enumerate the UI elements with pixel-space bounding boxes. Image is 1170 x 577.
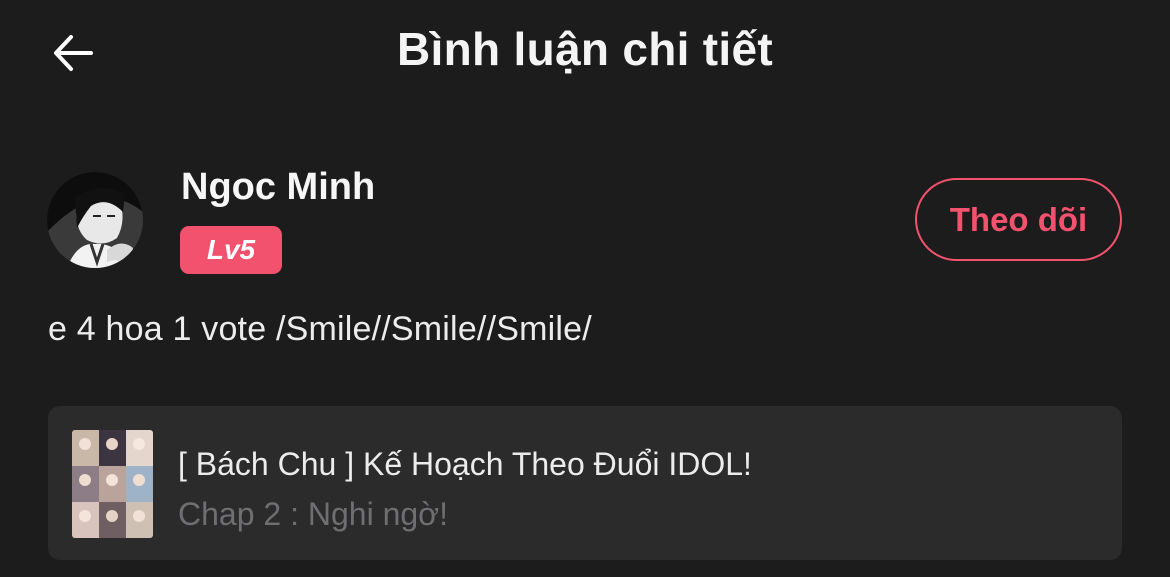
avatar[interactable] — [47, 172, 143, 268]
story-cover — [72, 430, 153, 538]
comment-author: Ngoc Minh Lv5 Theo dõi — [0, 160, 1170, 280]
photo-collage-image — [72, 430, 153, 538]
level-badge: Lv5 — [180, 226, 282, 274]
story-chapter: Chap 2 : Nghi ngờ! — [178, 496, 449, 532]
page-title: Bình luận chi tiết — [397, 23, 773, 75]
story-title: [ Bách Chu ] Kế Hoạch Theo Đuổi IDOL! — [178, 446, 752, 482]
username[interactable]: Ngoc Minh — [181, 166, 375, 209]
story-link-card[interactable]: [ Bách Chu ] Kế Hoạch Theo Đuổi IDOL! Ch… — [48, 406, 1122, 560]
comment-detail-screen: Bình luận chi tiết Ngoc Minh Lv5 Theo dõ… — [0, 0, 1170, 577]
avatar-image — [47, 172, 143, 268]
comment-text: e 4 hoa 1 vote /Smile//Smile//Smile/ — [48, 310, 592, 348]
follow-button[interactable]: Theo dõi — [915, 178, 1122, 261]
header-bar: Bình luận chi tiết — [0, 0, 1170, 104]
